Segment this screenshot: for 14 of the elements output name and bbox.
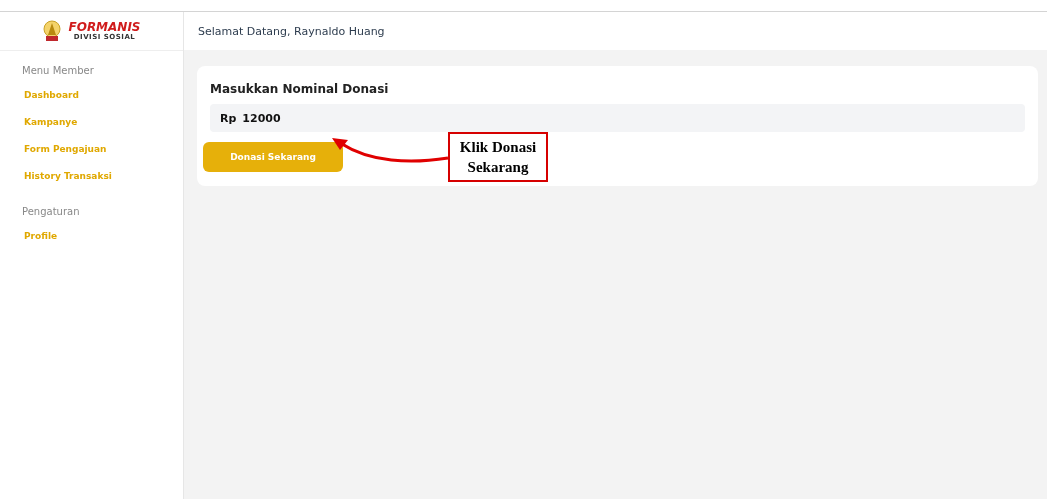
donate-button[interactable]: Donasi Sekarang — [203, 142, 343, 172]
amount-field[interactable]: Rp 12000 — [210, 104, 1025, 132]
emblem-icon — [42, 20, 63, 42]
sidebar-heading: Pengaturan — [22, 206, 81, 217]
annotation-callout: Klik Donasi Sekarang — [448, 132, 548, 182]
sidebar-heading: Menu Member — [22, 65, 95, 76]
greeting: Selamat Datang, Raynaldo Huang — [198, 24, 385, 38]
sidebar-item[interactable]: History Transaksi — [22, 165, 183, 192]
sidebar-item[interactable]: Profile — [22, 225, 183, 252]
sidebar-item[interactable]: Form Pengajuan — [22, 138, 183, 165]
logo-name: FORMANIS — [68, 21, 141, 33]
card-title: Masukkan Nominal Donasi — [210, 82, 389, 96]
sidebar-item[interactable]: Dashboard — [22, 84, 183, 111]
sidebar-item[interactable]: Kampanye — [22, 111, 183, 138]
